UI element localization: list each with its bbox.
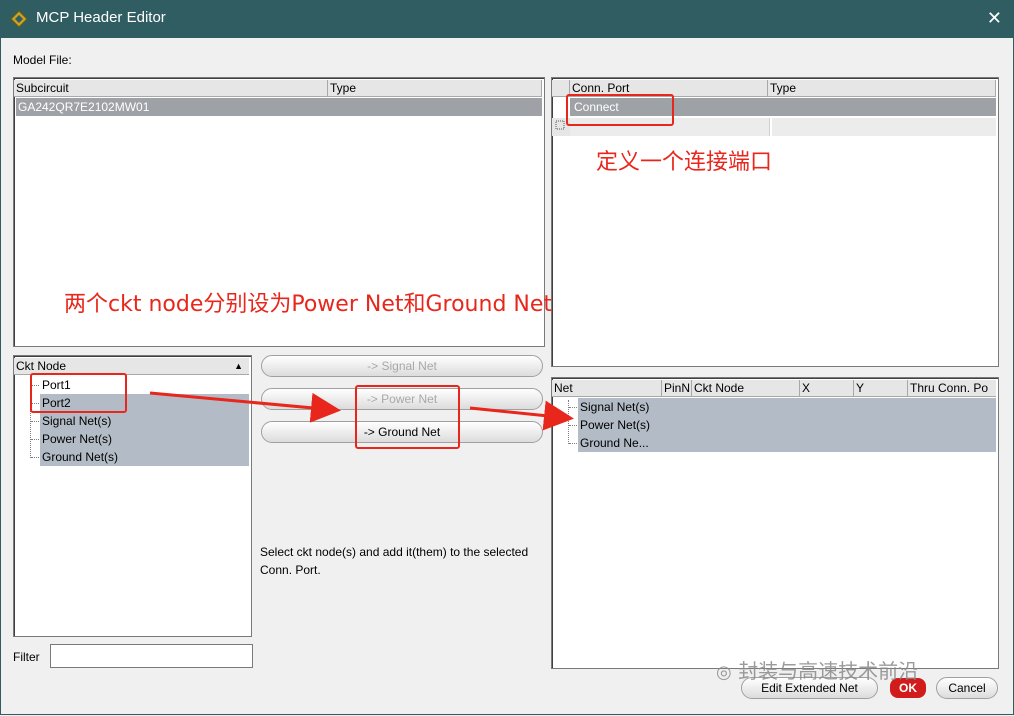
annotation-arrows: [149, 391, 574, 431]
annotation-arrow-to-buttons: [149, 391, 341, 423]
annotation-arrow-to-nets: [469, 400, 574, 431]
